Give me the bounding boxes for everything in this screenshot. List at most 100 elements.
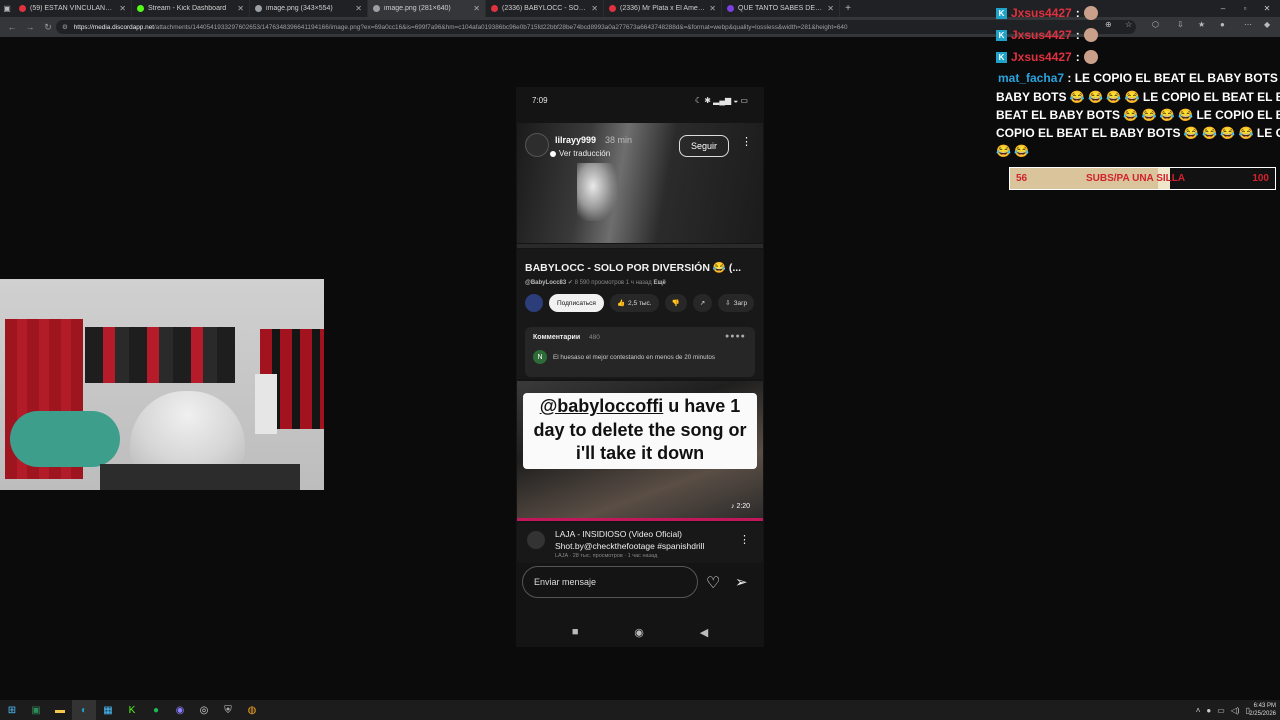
- comments-page-dots: ●●●●: [725, 333, 746, 340]
- reel-figure: [577, 163, 617, 221]
- download-label: Загр: [733, 299, 748, 307]
- like-icon: 👍: [616, 300, 626, 307]
- kick-icon[interactable]: K: [120, 700, 144, 720]
- related-video-item[interactable]: LAJA - INSIDIOSO (Video Oficial) Shot.by…: [517, 523, 763, 563]
- chat-message-line: BABY BOTS 😂 😂 😂 😂 LE COPIO EL BEAT EL BA…: [996, 90, 1280, 104]
- system-clock[interactable]: 6:43 PM 2/25/2026: [1249, 702, 1276, 718]
- app-icon[interactable]: ▦: [96, 700, 120, 720]
- comments-label: Комментарии: [533, 334, 581, 341]
- tab-close-icon[interactable]: ✕: [473, 4, 480, 13]
- download-button[interactable]: ⇩ Загр: [718, 294, 755, 312]
- tab-close-icon[interactable]: ✕: [591, 4, 598, 13]
- top-comment: El huesaso el mejor contestando en menos…: [553, 354, 716, 361]
- browser-tab[interactable]: Stream - Kick Dashboard ✕: [132, 0, 250, 17]
- heart-icon[interactable]: ♡: [706, 573, 720, 593]
- spotify-icon[interactable]: ●: [144, 700, 168, 720]
- tab-close-icon[interactable]: ✕: [355, 4, 362, 13]
- comments-panel[interactable]: Комментарии 480 ●●●● N El huesaso el mej…: [525, 327, 755, 377]
- follow-button[interactable]: Seguir: [679, 135, 729, 157]
- chrome-icon[interactable]: ◍: [240, 700, 264, 720]
- forward-icon[interactable]: →: [24, 22, 36, 32]
- browser-tab[interactable]: (2336) BABYLOCC - SOLO POR DI✕: [486, 0, 604, 17]
- tab-favicon-icon: [255, 5, 262, 12]
- video-meta: @BabyLocc83 ✔ 8 590 просмотров 1 ч назад…: [525, 279, 666, 286]
- kick-badge-icon: K: [996, 51, 1007, 63]
- app-icon[interactable]: ▣: [24, 700, 48, 720]
- chat-message-line: 😂 😂: [996, 144, 1030, 158]
- teal-blanket: [10, 411, 120, 467]
- video-title[interactable]: BABYLOCC - SOLO POR DIVERSIÓN 😂 (...: [525, 261, 741, 274]
- reload-icon[interactable]: ↻: [42, 22, 54, 33]
- tab-favicon-icon: [19, 5, 26, 12]
- recents-icon[interactable]: ■: [572, 626, 579, 638]
- mic-icon[interactable]: ●: [1206, 706, 1211, 715]
- site-info-icon[interactable]: ⚙: [62, 23, 68, 31]
- discord-icon[interactable]: ◉: [168, 700, 192, 720]
- dislike-button[interactable]: 👎: [664, 294, 687, 312]
- more-options-icon[interactable]: ⋮: [741, 135, 752, 148]
- volume-icon[interactable]: ◁): [1231, 706, 1240, 715]
- reel-video[interactable]: lilrayy999 38 min Ver traducción Seguir …: [517, 123, 763, 243]
- tab-close-icon[interactable]: ✕: [709, 4, 716, 13]
- obs-icon[interactable]: ◎: [192, 700, 216, 720]
- network-icon[interactable]: ▭: [1217, 706, 1225, 715]
- related-more-icon[interactable]: ⋮: [739, 533, 750, 546]
- new-tab-button[interactable]: +: [840, 3, 856, 14]
- webcam-overlay: [0, 279, 324, 490]
- video-actions: Подписаться 👍 2,5 тыс. 👎 ↗ ⇩ Загр: [525, 294, 765, 312]
- video-progress-bar[interactable]: [517, 244, 763, 248]
- comments-count: 480: [589, 334, 600, 341]
- tab-close-icon[interactable]: ✕: [237, 4, 244, 13]
- reel-username[interactable]: lilrayy999: [555, 135, 596, 145]
- subscribe-button[interactable]: Подписаться: [549, 294, 604, 312]
- phone-status-bar: 7:09 ☾ ✱ ▂▄▆ ◒ ▭: [516, 93, 764, 107]
- tab-title: QUE TANTO SABES DEL SPANISH: [738, 5, 823, 12]
- browser-tab[interactable]: QUE TANTO SABES DEL SPANISH ✕: [722, 0, 840, 17]
- browser-tab[interactable]: image.png (281×640) ✕: [368, 0, 486, 17]
- start-icon[interactable]: ⊞: [0, 700, 24, 720]
- window-menu-icon[interactable]: ▣: [0, 0, 14, 17]
- chat-overlay: K Jxsus4427: K Jxsus4427: K Jxsus4427: mat_…: [996, 4, 1280, 164]
- url-input[interactable]: ⚙ https://media.discordapp.net/attachmen…: [56, 20, 1136, 34]
- story-post[interactable]: @babyloccoffi u have 1 day to delete the…: [517, 381, 763, 521]
- tab-close-icon[interactable]: ✕: [119, 4, 126, 13]
- story-mention[interactable]: @babyloccoffi: [540, 396, 664, 416]
- edge-browser-icon[interactable]: ◐: [72, 700, 96, 720]
- browser-tab[interactable]: (2336) Mr Plata x El Americano 4✕: [604, 0, 722, 17]
- tab-close-icon[interactable]: ✕: [827, 4, 834, 13]
- phone-time: 7:09: [532, 95, 548, 105]
- share-icon: ↗: [699, 300, 706, 307]
- back-nav-icon[interactable]: ◀: [700, 626, 708, 639]
- message-input[interactable]: Enviar mensaje: [522, 566, 698, 598]
- like-count: 2,5 тыс.: [628, 299, 652, 307]
- channel-handle[interactable]: @BabyLocc83: [525, 280, 566, 286]
- chat-username: Jxsus4427: [1011, 50, 1072, 64]
- share-button[interactable]: ↗: [692, 294, 713, 312]
- browser-tab[interactable]: image.png (343×554) ✕: [250, 0, 368, 17]
- back-icon[interactable]: ←: [6, 22, 18, 32]
- translate-link[interactable]: Ver traducción: [549, 149, 610, 158]
- home-icon[interactable]: ◉: [634, 626, 644, 639]
- shield-icon[interactable]: ⛨: [216, 700, 240, 720]
- goal-current: 56: [1016, 173, 1028, 184]
- file-explorer-icon[interactable]: ▬: [48, 700, 72, 720]
- chat-message-line: mat_facha7 : LE COPIO EL BEAT EL BABY BO…: [998, 71, 1280, 85]
- send-icon[interactable]: ➢: [735, 573, 748, 591]
- more-link[interactable]: Ещё: [653, 280, 665, 286]
- browser-tab[interactable]: (59) ESTÁN VINCULANDO A MARI✕: [14, 0, 132, 17]
- chat-row: K Jxsus4427:: [996, 48, 1098, 66]
- related-channel-avatar[interactable]: [527, 531, 545, 549]
- tab-title: image.png (343×554): [266, 5, 333, 12]
- like-button[interactable]: 👍 2,5 тыс.: [609, 294, 659, 312]
- view-count: 8 590 просмотров: [574, 280, 625, 286]
- channel-avatar[interactable]: [525, 294, 543, 312]
- tray-chevron-icon[interactable]: ˄: [1196, 706, 1201, 715]
- tab-favicon-icon: [491, 5, 498, 12]
- tab-title: Stream - Kick Dashboard: [148, 5, 227, 12]
- related-meta: LAJA · 28 тыс. просмотров · 1 час назад: [555, 553, 658, 559]
- tab-favicon-icon: [727, 5, 734, 12]
- phone-nav-bar: ■ ◉ ◀: [516, 617, 764, 647]
- reel-avatar[interactable]: [525, 133, 549, 157]
- url-path: /attachments/1440541933297602653/1476348…: [154, 23, 848, 31]
- related-title-line1: LAJA - INSIDIOSO (Video Oficial): [555, 529, 682, 539]
